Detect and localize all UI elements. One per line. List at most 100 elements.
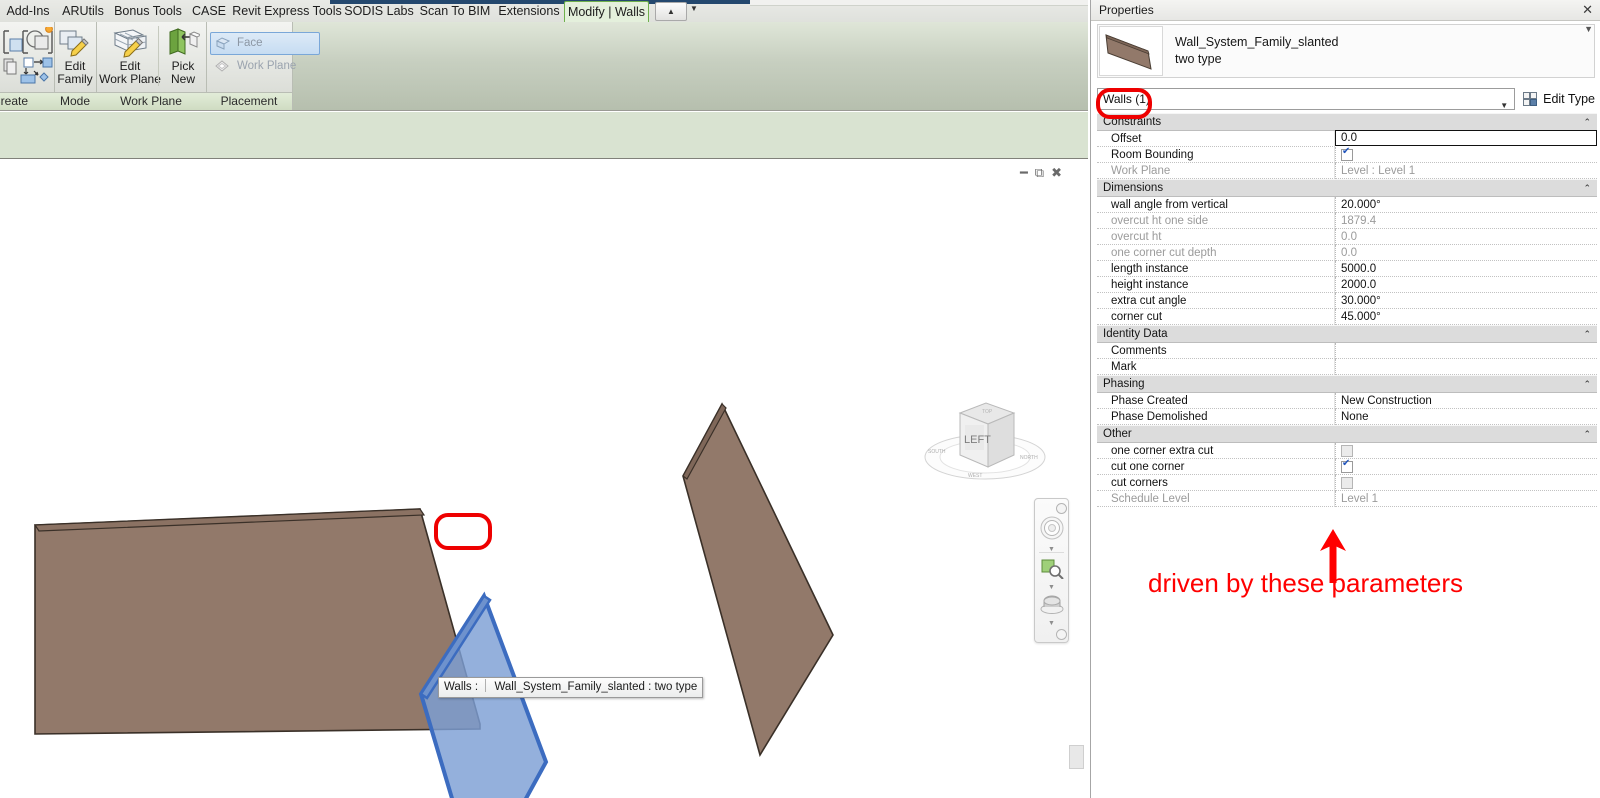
properties-grid[interactable]: Constraints⌃Offset0.0Room BoundingWork P… xyxy=(1097,113,1597,507)
ribbon-tab-bonus-tools[interactable]: Bonus Tools xyxy=(110,1,186,22)
group-collapse-icon[interactable]: ⌃ xyxy=(1583,426,1591,442)
property-name: height instance xyxy=(1097,277,1335,293)
checkbox-unchecked-icon[interactable] xyxy=(1341,445,1353,457)
property-value[interactable]: Level 1 xyxy=(1335,491,1597,507)
edit-work-plane-button[interactable]: Edit Work Plane xyxy=(99,26,161,86)
face-icon xyxy=(216,37,230,50)
ribbon-tab-sodis-labs[interactable]: SODIS Labs xyxy=(342,1,416,22)
property-value[interactable]: 0.0 xyxy=(1335,229,1597,245)
property-value[interactable]: 5000.0 xyxy=(1335,261,1597,277)
navbar-divider xyxy=(1039,552,1064,553)
property-row[interactable]: Room Bounding xyxy=(1097,147,1597,163)
panel-title-create: Create xyxy=(0,92,54,110)
edit-type-label: Edit Type xyxy=(1543,92,1595,106)
property-name: Work Plane xyxy=(1097,163,1335,179)
property-value[interactable]: 20.000° xyxy=(1335,197,1597,213)
category-selector-value: Walls (1) xyxy=(1103,92,1150,106)
ribbon-options-caret-icon[interactable]: ▼ xyxy=(690,4,698,13)
canvas-vertical-scrollbar[interactable] xyxy=(1069,745,1084,769)
property-row[interactable]: Offset 0.0 xyxy=(1097,130,1597,147)
pick-new-button[interactable]: Pick New xyxy=(158,26,207,86)
property-row[interactable]: Phase Created New Construction xyxy=(1097,393,1597,409)
checkbox-unchecked-icon[interactable] xyxy=(1341,477,1353,489)
property-row[interactable]: one corner extra cut xyxy=(1097,443,1597,459)
type-selector[interactable]: Wall_System_Family_slanted two type xyxy=(1097,24,1595,78)
group-collapse-icon[interactable]: ⌃ xyxy=(1583,114,1591,130)
category-selector-combo[interactable]: Walls (1) ▼ xyxy=(1097,88,1516,110)
steering-wheel-button[interactable]: ▼ xyxy=(1035,515,1068,553)
property-value[interactable] xyxy=(1335,147,1597,163)
ribbon-tab-extensions[interactable]: Extensions xyxy=(494,1,564,22)
checkbox-checked-icon[interactable] xyxy=(1341,459,1353,473)
property-value[interactable]: 45.000° xyxy=(1335,309,1597,325)
property-value[interactable] xyxy=(1335,343,1597,359)
edit-family-label-2: Family xyxy=(57,72,93,86)
property-value[interactable]: 1879.4 xyxy=(1335,213,1597,229)
property-value[interactable]: 0.0 xyxy=(1335,130,1597,146)
ribbon-tab-revit-express-tools[interactable]: Revit Express Tools xyxy=(232,1,342,22)
view-cube-body: LEFT TOP xyxy=(958,402,1016,468)
property-value[interactable]: New Construction xyxy=(1335,393,1597,409)
property-row[interactable]: corner cut 45.000° xyxy=(1097,309,1597,325)
property-row[interactable]: cut one corner xyxy=(1097,459,1597,475)
edit-type-button[interactable]: Edit Type xyxy=(1523,92,1595,106)
property-row[interactable]: wall angle from vertical 20.000° xyxy=(1097,197,1597,213)
property-value[interactable]: None xyxy=(1335,409,1597,425)
property-value[interactable]: 2000.0 xyxy=(1335,277,1597,293)
property-name: one corner cut depth xyxy=(1097,245,1335,261)
property-row[interactable]: overcut ht one side 1879.4 xyxy=(1097,213,1597,229)
group-collapse-icon[interactable]: ⌃ xyxy=(1583,326,1591,342)
options-bar xyxy=(0,112,1088,159)
type-selector-caret-icon[interactable]: ▼ xyxy=(1584,24,1593,34)
group-collapse-icon[interactable]: ⌃ xyxy=(1583,180,1591,196)
navbar-menu-dot[interactable] xyxy=(1056,503,1067,514)
property-name: overcut ht one side xyxy=(1097,213,1335,229)
edit-family-button[interactable]: Edit Family xyxy=(47,26,103,86)
property-value[interactable]: Level : Level 1 xyxy=(1335,163,1597,179)
svg-text:TOP: TOP xyxy=(982,409,993,415)
view-cube[interactable]: SOUTH NORTH WEST LEFT TOP xyxy=(920,391,1050,506)
property-name: extra cut angle xyxy=(1097,293,1335,309)
wall-brown-left[interactable] xyxy=(33,508,481,735)
ribbon-tab-arutils[interactable]: ARUtils xyxy=(56,1,110,22)
pan-caret-icon[interactable]: ▼ xyxy=(1035,620,1068,627)
property-row[interactable]: overcut ht 0.0 xyxy=(1097,229,1597,245)
property-name: length instance xyxy=(1097,261,1335,277)
property-row[interactable]: Work Plane Level : Level 1 xyxy=(1097,163,1597,179)
property-value[interactable] xyxy=(1335,443,1597,459)
property-value[interactable] xyxy=(1335,359,1597,375)
property-row[interactable]: length instance 5000.0 xyxy=(1097,261,1597,277)
navigation-bar[interactable]: ▼ ▼ ▼ xyxy=(1034,498,1069,643)
property-row[interactable]: Mark xyxy=(1097,359,1597,375)
group-collapse-icon[interactable]: ⌃ xyxy=(1583,376,1591,392)
zoom-button[interactable]: ▼ xyxy=(1035,557,1068,591)
property-row[interactable]: Comments xyxy=(1097,343,1597,359)
wall-brown-right[interactable] xyxy=(682,402,834,757)
pan-button[interactable]: ▼ xyxy=(1035,593,1068,627)
property-row[interactable]: cut corners xyxy=(1097,475,1597,491)
placement-face-button[interactable]: Face xyxy=(210,32,320,55)
properties-close-button[interactable]: ✕ xyxy=(1582,1,1593,19)
property-value[interactable] xyxy=(1335,475,1597,491)
property-value[interactable]: 30.000° xyxy=(1335,293,1597,309)
property-row[interactable]: one corner cut depth 0.0 xyxy=(1097,245,1597,261)
ribbon-minimize-button[interactable]: ▲ xyxy=(655,2,687,21)
ribbon-panel-placement: Face Work Plane Placement xyxy=(206,22,320,110)
navbar-bottom-dot[interactable] xyxy=(1056,629,1067,640)
property-row[interactable]: Phase Demolished None xyxy=(1097,409,1597,425)
ribbon-tab-case[interactable]: CASE xyxy=(186,1,232,22)
pick-new-icon xyxy=(159,26,207,60)
drawing-canvas[interactable]: ━ ⧉ ✖ Walls : Wall_System_Family_slanted… xyxy=(0,159,1088,798)
ribbon-tab-modify-walls[interactable]: Modify | Walls xyxy=(564,1,649,23)
property-row[interactable]: extra cut angle 30.000° xyxy=(1097,293,1597,309)
zoom-caret-icon[interactable]: ▼ xyxy=(1035,584,1068,591)
property-value[interactable] xyxy=(1335,459,1597,475)
ribbon-tab-add-ins[interactable]: Add-Ins xyxy=(0,1,56,22)
ribbon-tab-scan-to-bim[interactable]: Scan To BIM xyxy=(416,1,494,22)
placement-workplane-button[interactable]: Work Plane xyxy=(211,56,319,77)
property-row[interactable]: height instance 2000.0 xyxy=(1097,277,1597,293)
checkbox-checked-icon[interactable] xyxy=(1341,147,1353,161)
property-value[interactable]: 0.0 xyxy=(1335,245,1597,261)
property-row[interactable]: Schedule Level Level 1 xyxy=(1097,491,1597,507)
pick-new-label-2: New xyxy=(170,72,195,86)
